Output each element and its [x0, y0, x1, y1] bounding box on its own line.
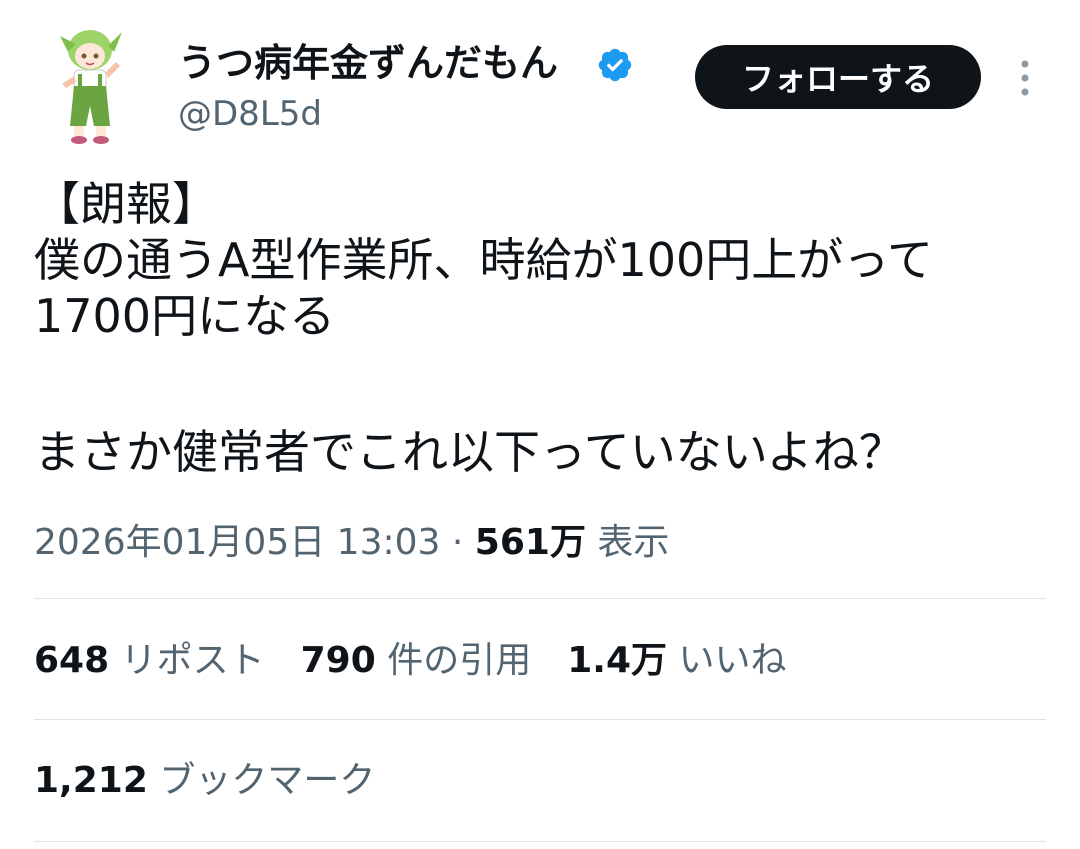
- tweet-line: 【朗報】: [34, 177, 218, 231]
- quotes-stat[interactable]: 790 件の引用: [301, 636, 532, 686]
- author-handle[interactable]: @D8L5d: [178, 92, 322, 136]
- likes-stat[interactable]: 1.4万 いいね: [567, 636, 786, 686]
- engagement-stats: 648 リポスト 790 件の引用 1.4万 いいね: [34, 636, 787, 686]
- bookmarks-label: ブックマーク: [159, 760, 376, 801]
- tweet-line: まさか健常者でこれ以下っていないよね？: [34, 425, 905, 479]
- tweet-line: 僕の通うA型作業所、時給が100円上がって: [34, 233, 933, 287]
- reposts-label: リポスト: [120, 640, 265, 681]
- tweet-timestamp[interactable]: 2026年01月05日 13:03: [34, 522, 440, 563]
- tweet-meta: 2026年01月05日 13:03 · 561万 表示: [34, 518, 669, 568]
- reposts-stat[interactable]: 648 リポスト: [34, 636, 265, 686]
- views-label: 表示: [597, 522, 670, 563]
- likes-count: 1.4万: [567, 640, 668, 681]
- divider: [34, 719, 1046, 720]
- views-count: 561万: [474, 522, 586, 563]
- meta-separator: ·: [451, 522, 464, 563]
- verified-badge-icon: [598, 48, 632, 82]
- quotes-count: 790: [300, 640, 376, 681]
- quotes-label: 件の引用: [387, 640, 532, 681]
- divider: [34, 841, 1046, 842]
- bookmarks-count: 1,212: [34, 760, 148, 801]
- avatar[interactable]: [50, 22, 150, 146]
- divider: [34, 598, 1046, 599]
- more-vertical-icon[interactable]: [1012, 58, 1038, 98]
- follow-button[interactable]: フォローする: [695, 45, 981, 109]
- author-display-name[interactable]: うつ病年金ずんだもん: [178, 38, 558, 88]
- bookmarks-stat[interactable]: 1,212 ブックマーク: [34, 756, 375, 806]
- tweet-line: 1700円になる: [34, 289, 336, 343]
- tweet-text: 【朗報】 僕の通うA型作業所、時給が100円上がって 1700円になる まさか健…: [34, 176, 1044, 480]
- likes-label: いいね: [678, 640, 787, 681]
- reposts-count: 648: [34, 640, 110, 681]
